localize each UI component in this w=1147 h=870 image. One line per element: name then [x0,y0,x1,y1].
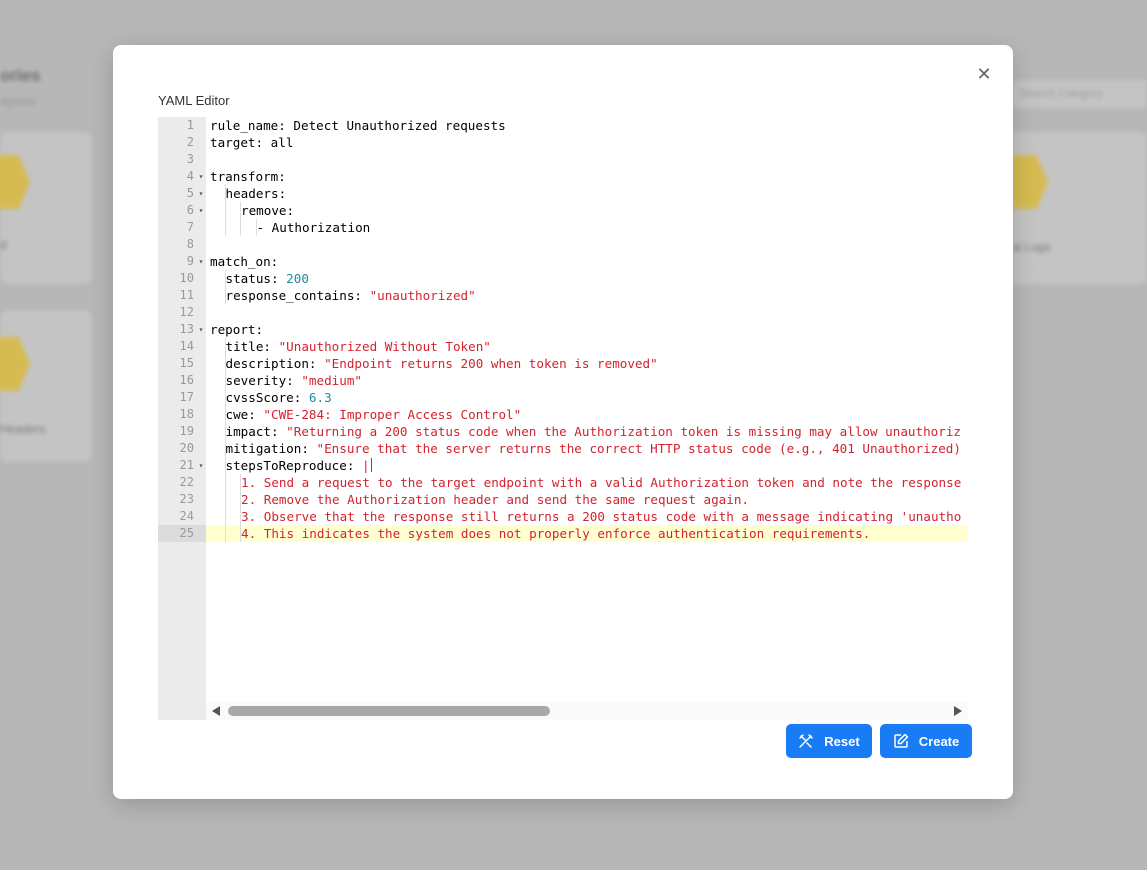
code-line[interactable]: 25 4. This indicates the system does not … [158,525,968,542]
code-text: status: 200 [225,271,309,286]
code-line[interactable]: 1 rule_name: Detect Unauthorized requests [158,117,968,134]
fold-toggle-icon[interactable]: ▾ [196,168,206,185]
line-number: 19 [179,424,194,438]
code-text: report: [210,322,264,337]
code-text: impact: "Returning a 200 status code whe… [225,424,961,439]
close-icon[interactable]: ✕ [975,65,993,83]
code-line[interactable]: 2 target: all [158,134,968,151]
code-text: match_on: [210,254,279,269]
create-button[interactable]: Create [880,724,972,758]
code-line[interactable]: 14 title: "Unauthorized Without Token" [158,338,968,355]
code-text: stepsToReproduce: | [225,458,372,473]
code-text: title: "Unauthorized Without Token" [225,339,491,354]
line-number: 18 [179,407,194,421]
line-number: 7 [186,220,194,234]
yaml-code-editor[interactable]: 1 rule_name: Detect Unauthorized requests… [158,117,968,720]
code-line[interactable]: 9 ▾ match_on: [158,253,968,270]
code-line[interactable]: 6 ▾ remove: [158,202,968,219]
code-line[interactable]: 18 cwe: "CWE-284: Improper Access Control… [158,406,968,423]
tools-icon [799,734,814,748]
code-text: description: "Endpoint returns 200 when … [225,356,658,371]
code-line[interactable]: 24 3. Observe that the response still ret… [158,508,968,525]
reset-button[interactable]: Reset [786,724,872,758]
code-line[interactable]: 4 ▾ transform: [158,168,968,185]
code-line[interactable]: 13 ▾ report: [158,321,968,338]
line-number: 17 [179,390,194,404]
fold-toggle-icon[interactable]: ▾ [196,457,206,474]
line-number: 23 [179,492,194,506]
code-text: 4. This indicates the system does not pr… [241,526,871,541]
line-number: 10 [179,271,194,285]
line-number: 14 [179,339,194,353]
code-line[interactable]: 15 description: "Endpoint returns 200 whe… [158,355,968,372]
code-line[interactable]: 8 [158,236,968,253]
code-text: target: all [210,135,294,150]
fold-toggle-icon[interactable]: ▾ [196,185,206,202]
fold-toggle-icon[interactable]: ▾ [196,202,206,219]
line-number: 22 [179,475,194,489]
line-number: 24 [179,509,194,523]
code-text: severity: "medium" [225,373,363,388]
code-text: response_contains: "unauthorized" [225,288,476,303]
edit-icon [894,733,909,748]
line-number: 1 [186,118,194,132]
code-line[interactable]: 19 impact: "Returning a 200 status code w… [158,423,968,440]
code-line[interactable]: 12 [158,304,968,321]
editor-title: YAML Editor [158,93,230,108]
yaml-editor-modal: ✕ YAML Editor 1 rule_name: Detect Unautho… [113,45,1013,799]
code-line[interactable]: 10 status: 200 [158,270,968,287]
line-number: 15 [179,356,194,370]
line-number: 8 [186,237,194,251]
code-text: remove: [241,203,295,218]
code-line[interactable]: 7 - Authorization [158,219,968,236]
line-number: 25 [158,525,206,542]
line-number: 12 [179,305,194,319]
code-text: 2. Remove the Authorization header and s… [241,492,749,507]
code-text: mitigation: "Ensure that the server retu… [225,441,961,456]
code-line[interactable]: 17 cvssScore: 6.3 [158,389,968,406]
code-text: rule_name: Detect Unauthorized requests [210,118,506,133]
code-text: 3. Observe that the response still retur… [241,509,962,524]
reset-label: Reset [824,733,860,749]
line-number: 16 [179,373,194,387]
code-text: transform: [210,169,286,184]
scroll-left-icon[interactable] [212,706,220,716]
code-text: 1. Send a request to the target endpoint… [241,475,962,490]
code-text: headers: [225,186,287,201]
code-lines[interactable]: 1 rule_name: Detect Unauthorized requests… [158,117,968,542]
scroll-right-icon[interactable] [954,706,962,716]
code-text: cwe: "CWE-284: Improper Access Control" [225,407,522,422]
code-line[interactable]: 23 2. Remove the Authorization header and… [158,491,968,508]
fold-toggle-icon[interactable]: ▾ [196,321,206,338]
text-cursor [370,458,372,472]
scrollbar-thumb[interactable] [228,706,550,716]
code-line[interactable]: 22 1. Send a request to the target endpoi… [158,474,968,491]
code-text: cvssScore: 6.3 [225,390,332,405]
create-label: Create [918,733,960,749]
line-number: 20 [179,441,194,455]
line-number: 2 [186,135,194,149]
code-line[interactable]: 21 ▾ stepsToReproduce: | [158,457,968,474]
code-text: - Authorization [256,220,371,235]
line-number: 11 [179,288,194,302]
code-line[interactable]: 20 mitigation: "Ensure that the server re… [158,440,968,457]
code-line[interactable]: 11 response_contains: "unauthorized" [158,287,968,304]
code-line[interactable]: 3 [158,151,968,168]
line-number: 3 [186,152,194,166]
horizontal-scrollbar[interactable] [206,702,968,720]
code-line[interactable]: 16 severity: "medium" [158,372,968,389]
fold-toggle-icon[interactable]: ▾ [196,253,206,270]
code-line[interactable]: 5 ▾ headers: [158,185,968,202]
